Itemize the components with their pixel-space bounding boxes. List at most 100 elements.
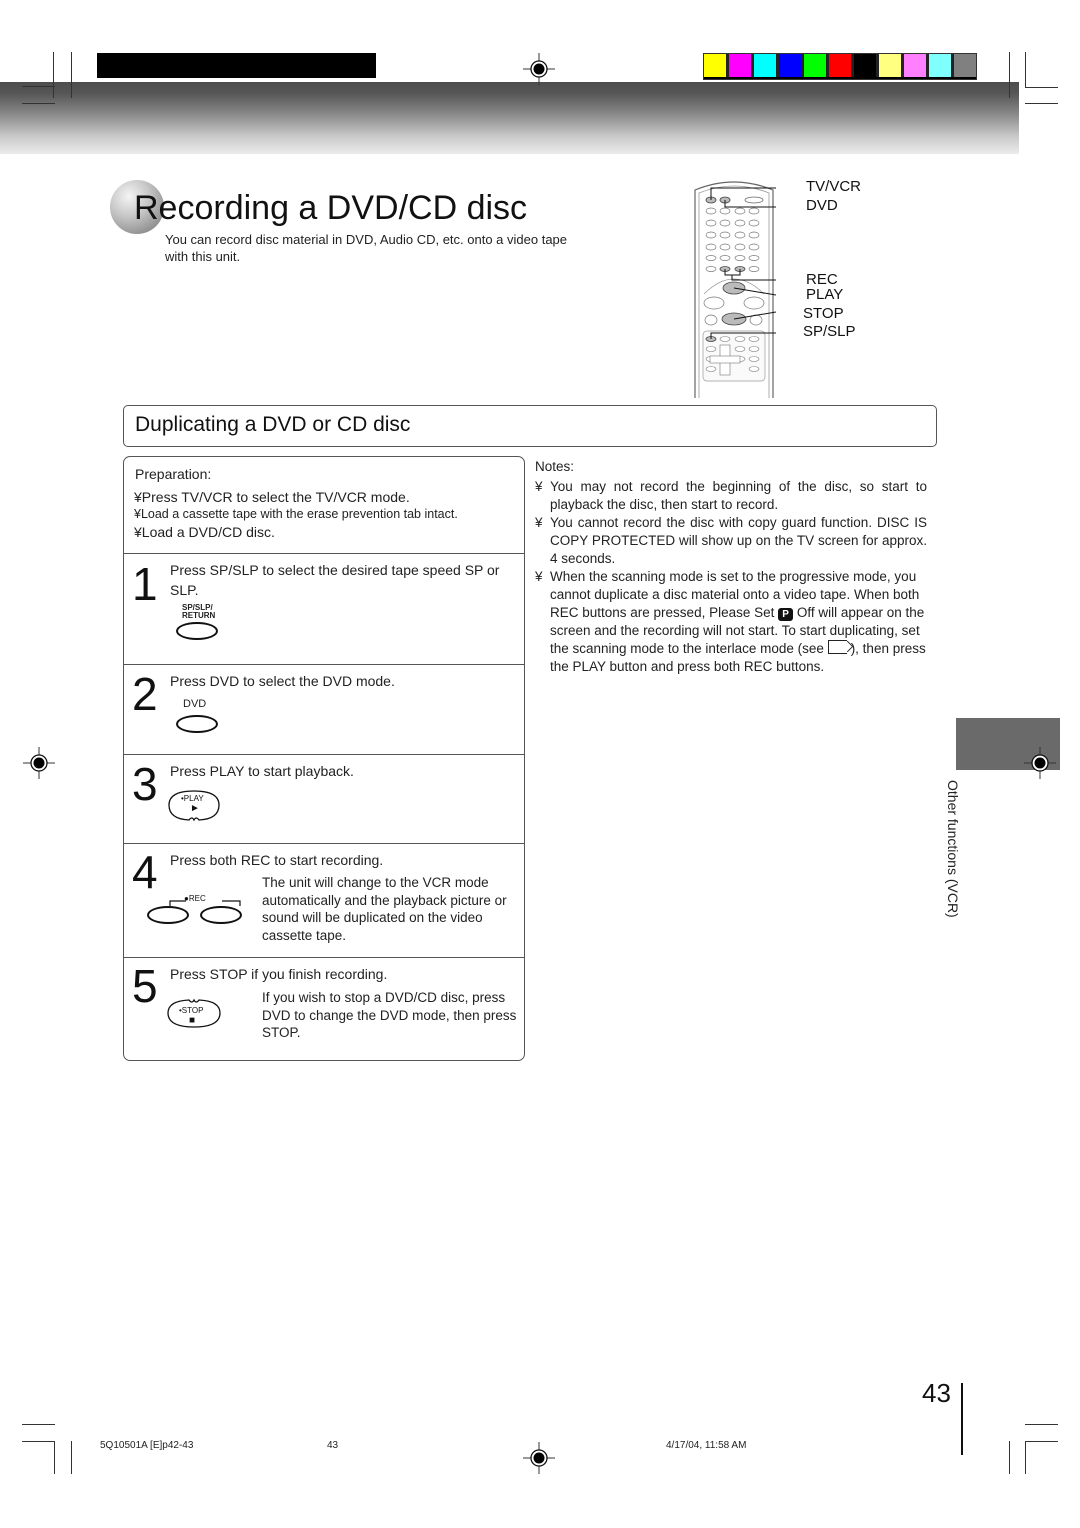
color-swatch <box>754 54 779 77</box>
note-item: ¥ When the scanning mode is set to the p… <box>535 568 927 676</box>
crop-mark <box>22 103 55 104</box>
preparation-title: Preparation: <box>135 466 212 482</box>
step-instruction: Press DVD to select the DVD mode. <box>170 673 395 689</box>
step-number: 4 <box>132 846 158 898</box>
preparation-item-text: Load a DVD/CD disc. <box>141 524 275 540</box>
remote-control-diagram <box>692 178 777 398</box>
registration-mark-icon <box>23 747 55 779</box>
header-black-bar <box>97 53 376 78</box>
sp-slp-button-icon <box>176 622 218 640</box>
preparation-item-text: Press TV/VCR to select the TV/VCR mode. <box>141 489 410 505</box>
color-swatch <box>879 54 904 77</box>
crop-mark <box>53 52 54 98</box>
crop-mark <box>1009 1441 1010 1474</box>
intro-text: You can record disc material in DVD, Aud… <box>165 232 568 264</box>
step-divider <box>124 754 524 755</box>
color-swatch <box>804 54 829 77</box>
remote-label-stop: STOP <box>803 305 844 322</box>
crop-mark <box>1025 103 1058 104</box>
crop-mark <box>54 1441 55 1474</box>
color-swatch <box>929 54 954 77</box>
bullet: ¥ <box>535 515 543 530</box>
progressive-p-icon: P <box>778 608 794 621</box>
preparation-item-text: Load a cassette tape with the erase prev… <box>140 507 458 521</box>
sp-slp-button-caption: SP/SLP/RETURN <box>182 604 215 620</box>
step-instruction: Press PLAY to start playback. <box>170 763 354 779</box>
note-text: You cannot record the disc with copy gua… <box>550 515 927 566</box>
bullet: ¥ <box>535 569 543 584</box>
color-swatch <box>854 54 879 77</box>
remote-label-sp-slp: SP/SLP <box>803 323 856 340</box>
crop-mark <box>71 52 72 98</box>
crop-mark <box>1009 52 1010 98</box>
registration-mark-icon <box>1024 747 1056 779</box>
bullet: ¥ <box>134 524 142 540</box>
preparation-item: ¥Load a DVD/CD disc. <box>134 524 275 540</box>
step-note: The unit will change to the VCR mode aut… <box>262 875 507 943</box>
page-number: 43 <box>922 1378 951 1408</box>
section-heading-box: Duplicating a DVD or CD disc <box>123 405 937 447</box>
crop-mark <box>22 1441 55 1442</box>
color-swatch <box>829 54 854 77</box>
chapter-label: Other functions (VCR) <box>945 780 961 918</box>
registration-mark-icon <box>523 53 555 85</box>
section-title: Duplicating a DVD or CD disc <box>135 413 411 436</box>
dvd-button-caption: DVD <box>183 698 207 710</box>
notes-title: Notes: <box>535 459 575 474</box>
step-number: 2 <box>132 668 158 720</box>
step-divider <box>124 553 524 554</box>
rec-button-right-icon <box>200 906 242 924</box>
color-calibration-strip <box>703 53 977 80</box>
step-divider <box>124 664 524 665</box>
footer-timestamp: 4/17/04, 11:58 AM <box>666 1440 747 1451</box>
crop-mark <box>22 86 55 87</box>
bullet: ¥ <box>535 479 543 494</box>
preparation-item: ¥Load a cassette tape with the erase pre… <box>134 507 458 521</box>
play-symbol-icon: ► <box>190 803 200 814</box>
note-text: You may not record the beginning of the … <box>550 479 927 512</box>
crop-mark <box>71 1441 72 1474</box>
preparation-item: ¥Press TV/VCR to select the TV/VCR mode. <box>134 489 410 505</box>
crop-mark <box>1025 1441 1026 1474</box>
registration-mark-icon <box>523 1442 555 1474</box>
crop-mark <box>1025 52 1026 88</box>
header-gradient-band <box>0 82 1019 154</box>
crop-mark <box>1025 87 1058 88</box>
crop-mark <box>22 1424 55 1425</box>
color-swatch <box>729 54 754 77</box>
page-number-rule <box>961 1383 963 1455</box>
step-instruction: Press SP/SLP to select the desired tape … <box>170 562 500 598</box>
steps-panel: Preparation: ¥Press TV/VCR to select the… <box>123 456 525 1061</box>
remote-label-tv-vcr: TV/VCR <box>806 178 862 195</box>
color-swatch <box>779 54 804 77</box>
rec-button-left-icon <box>147 906 189 924</box>
note-item: ¥ You cannot record the disc with copy g… <box>535 514 927 568</box>
stop-button-caption: •STOP <box>179 1006 204 1015</box>
page-title: Recording a DVD/CD disc <box>134 189 528 227</box>
crop-mark <box>1025 1441 1058 1442</box>
page-reference-arrow-icon <box>827 640 847 654</box>
step-instruction: Press STOP if you finish recording. <box>170 966 388 982</box>
footer-page: 43 <box>327 1440 339 1451</box>
rec-button-caption: ●REC <box>184 894 206 903</box>
play-button-caption: •PLAY <box>181 794 204 803</box>
color-swatch <box>954 54 976 77</box>
caption-line: RETURN <box>182 611 216 620</box>
step-instruction: Press both REC to start recording. <box>170 852 384 868</box>
step-divider <box>124 843 524 844</box>
crop-mark <box>1025 1424 1058 1425</box>
step-number: 3 <box>132 758 158 810</box>
step-number: 5 <box>132 960 158 1012</box>
dvd-button-icon <box>176 715 218 733</box>
stop-symbol-icon: ■ <box>189 1015 196 1026</box>
step-note: If you wish to stop a DVD/CD disc, press… <box>262 990 517 1040</box>
remote-label-dvd: DVD <box>806 197 838 214</box>
bullet: ¥ <box>134 507 141 521</box>
notes-section: Notes: ¥ You may not record the beginnin… <box>535 458 927 676</box>
color-swatch <box>704 54 729 77</box>
footer-file-name: 5Q10501A [E]p42-43 <box>100 1440 194 1451</box>
remote-label-play: PLAY <box>806 286 844 303</box>
step-divider <box>124 957 524 958</box>
bullet: ¥ <box>134 489 142 505</box>
color-swatch <box>904 54 929 77</box>
